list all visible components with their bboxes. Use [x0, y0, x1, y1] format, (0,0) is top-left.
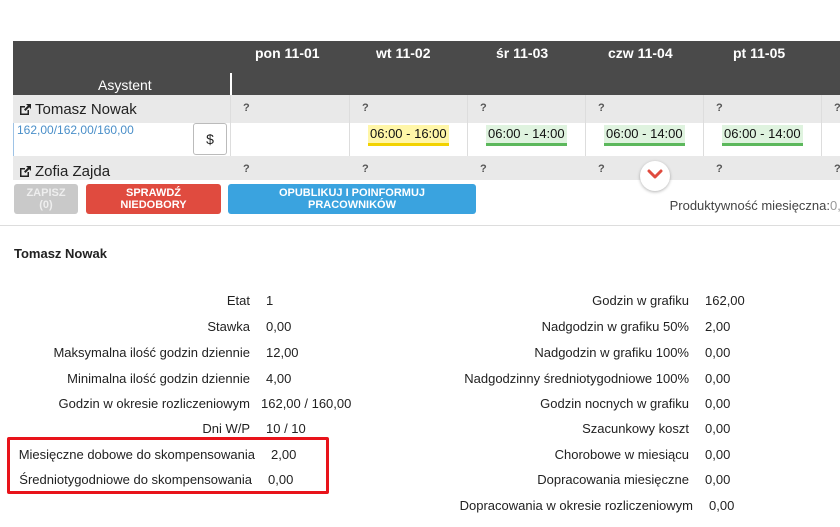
external-link-icon [19, 103, 32, 116]
day-header-mon: pon 11-01 [255, 45, 320, 61]
day-header-tue: wt 11-02 [376, 45, 431, 61]
shift-block-wed[interactable]: 06:00 - 14:00 [486, 125, 567, 146]
detail-label: Nadgodzin w grafiku 100% [534, 345, 689, 360]
employee-name-label: Zofia Zajda [35, 163, 111, 180]
external-link-icon [19, 165, 32, 178]
unknown-marker[interactable]: ? [716, 102, 723, 114]
detail-value: 2,00 [705, 319, 731, 334]
detail-label: Nadgodzin w grafiku 50% [541, 319, 689, 334]
unknown-marker[interactable]: ? [243, 163, 250, 175]
detail-value: 10 / 10 [266, 421, 306, 436]
employee-name-tomasz[interactable]: Tomasz Nowak [19, 101, 137, 118]
collapse-toggle[interactable] [640, 161, 670, 191]
shift-block-fri[interactable]: 06:00 - 14:00 [722, 125, 803, 146]
unknown-marker[interactable]: ? [243, 102, 250, 114]
detail-value: 162,00 [705, 293, 745, 308]
toolbar: ZAPISZ (0) SPRAWDŹ NIEDOBORY OPUBLIKUJ I… [0, 180, 840, 226]
check-shortages-button[interactable]: SPRAWDŹ NIEDOBORY [86, 184, 221, 214]
detail-value: 0,00 [705, 472, 731, 487]
detail-value: 0,00 [705, 371, 731, 386]
unknown-marker[interactable]: ? [598, 163, 605, 175]
detail-label: Godzin nocnych w grafiku [540, 396, 689, 411]
detail-value: 4,00 [266, 371, 292, 386]
detail-label: Godzin w okresie rozliczeniowym [58, 396, 250, 411]
header-divider [230, 73, 232, 95]
monthly-productivity: Produktywność miesięczna:0,00 [669, 198, 840, 213]
day-header-thu: czw 11-04 [608, 45, 673, 61]
shift-block-tue[interactable]: 06:00 - 16:00 [368, 125, 449, 146]
detail-value: 12,00 [266, 345, 299, 360]
detail-label: Godzin w grafiku [592, 293, 689, 308]
employee-hours: 162,00/162,00/160,00 [17, 123, 134, 137]
chevron-down-icon [647, 169, 663, 184]
detail-value: 1 [266, 293, 274, 308]
detail-value: 0,00 [705, 345, 731, 360]
highlight-box [7, 437, 329, 494]
detail-value: 0,00 [266, 319, 292, 334]
unknown-marker[interactable]: ? [716, 163, 723, 175]
detail-label: Dopracowania miesięczne [537, 472, 689, 487]
row-gray-band [230, 156, 840, 180]
details-employee-name: Tomasz Nowak [14, 246, 107, 261]
row-gray-band [230, 95, 840, 123]
productivity-label: Produktywność miesięczna: [669, 198, 830, 213]
unknown-marker[interactable]: ? [480, 163, 487, 175]
detail-value: 162,00 / 160,00 [261, 396, 352, 411]
detail-label: Etat [226, 293, 250, 308]
detail-label: Stawka [207, 319, 250, 334]
employee-name-zofia[interactable]: Zofia Zajda [19, 163, 110, 180]
unknown-marker[interactable]: ? [362, 163, 369, 175]
pay-button[interactable]: $ [193, 123, 227, 155]
column-label-asystent: Asystent [98, 77, 152, 93]
detail-label: Maksymalna ilość godzin dziennie [53, 345, 250, 360]
detail-label: Szacunkowy koszt [582, 421, 689, 436]
detail-value: 0,00 [709, 498, 735, 513]
publish-notify-button[interactable]: OPUBLIKUJ I POINFORMUJ PRACOWNIKÓW [228, 184, 476, 214]
unknown-marker[interactable]: ? [834, 102, 840, 114]
schedule-header: pon 11-01 wt 11-02 śr 11-03 czw 11-04 pt… [13, 41, 840, 95]
detail-value: 0,00 [705, 447, 731, 462]
day-header-wed: śr 11-03 [496, 45, 549, 61]
day-header-fri: pt 11-05 [733, 45, 786, 61]
detail-label: Chorobowe w miesiącu [554, 447, 689, 462]
unknown-marker[interactable]: ? [834, 163, 840, 175]
unknown-marker[interactable]: ? [480, 102, 487, 114]
detail-value: 0,00 [705, 396, 731, 411]
detail-label: Dni W/P [202, 421, 250, 436]
detail-value: 0,00 [705, 421, 731, 436]
detail-label: Minimalna ilość godzin dziennie [67, 371, 250, 386]
schedule-body: Tomasz Nowak 162,00/162,00/160,00 $ ? ? … [13, 95, 840, 180]
unknown-marker[interactable]: ? [598, 102, 605, 114]
shift-block-thu[interactable]: 06:00 - 14:00 [604, 125, 685, 146]
save-button[interactable]: ZAPISZ (0) [14, 184, 78, 214]
productivity-value: 0,00 [830, 198, 840, 213]
detail-label: Nadgodzinny średniotygodniowe 100% [464, 371, 689, 386]
employee-name-label: Tomasz Nowak [35, 101, 137, 118]
unknown-marker[interactable]: ? [362, 102, 369, 114]
detail-label: Dopracowania w okresie rozliczeniowym [459, 498, 693, 513]
